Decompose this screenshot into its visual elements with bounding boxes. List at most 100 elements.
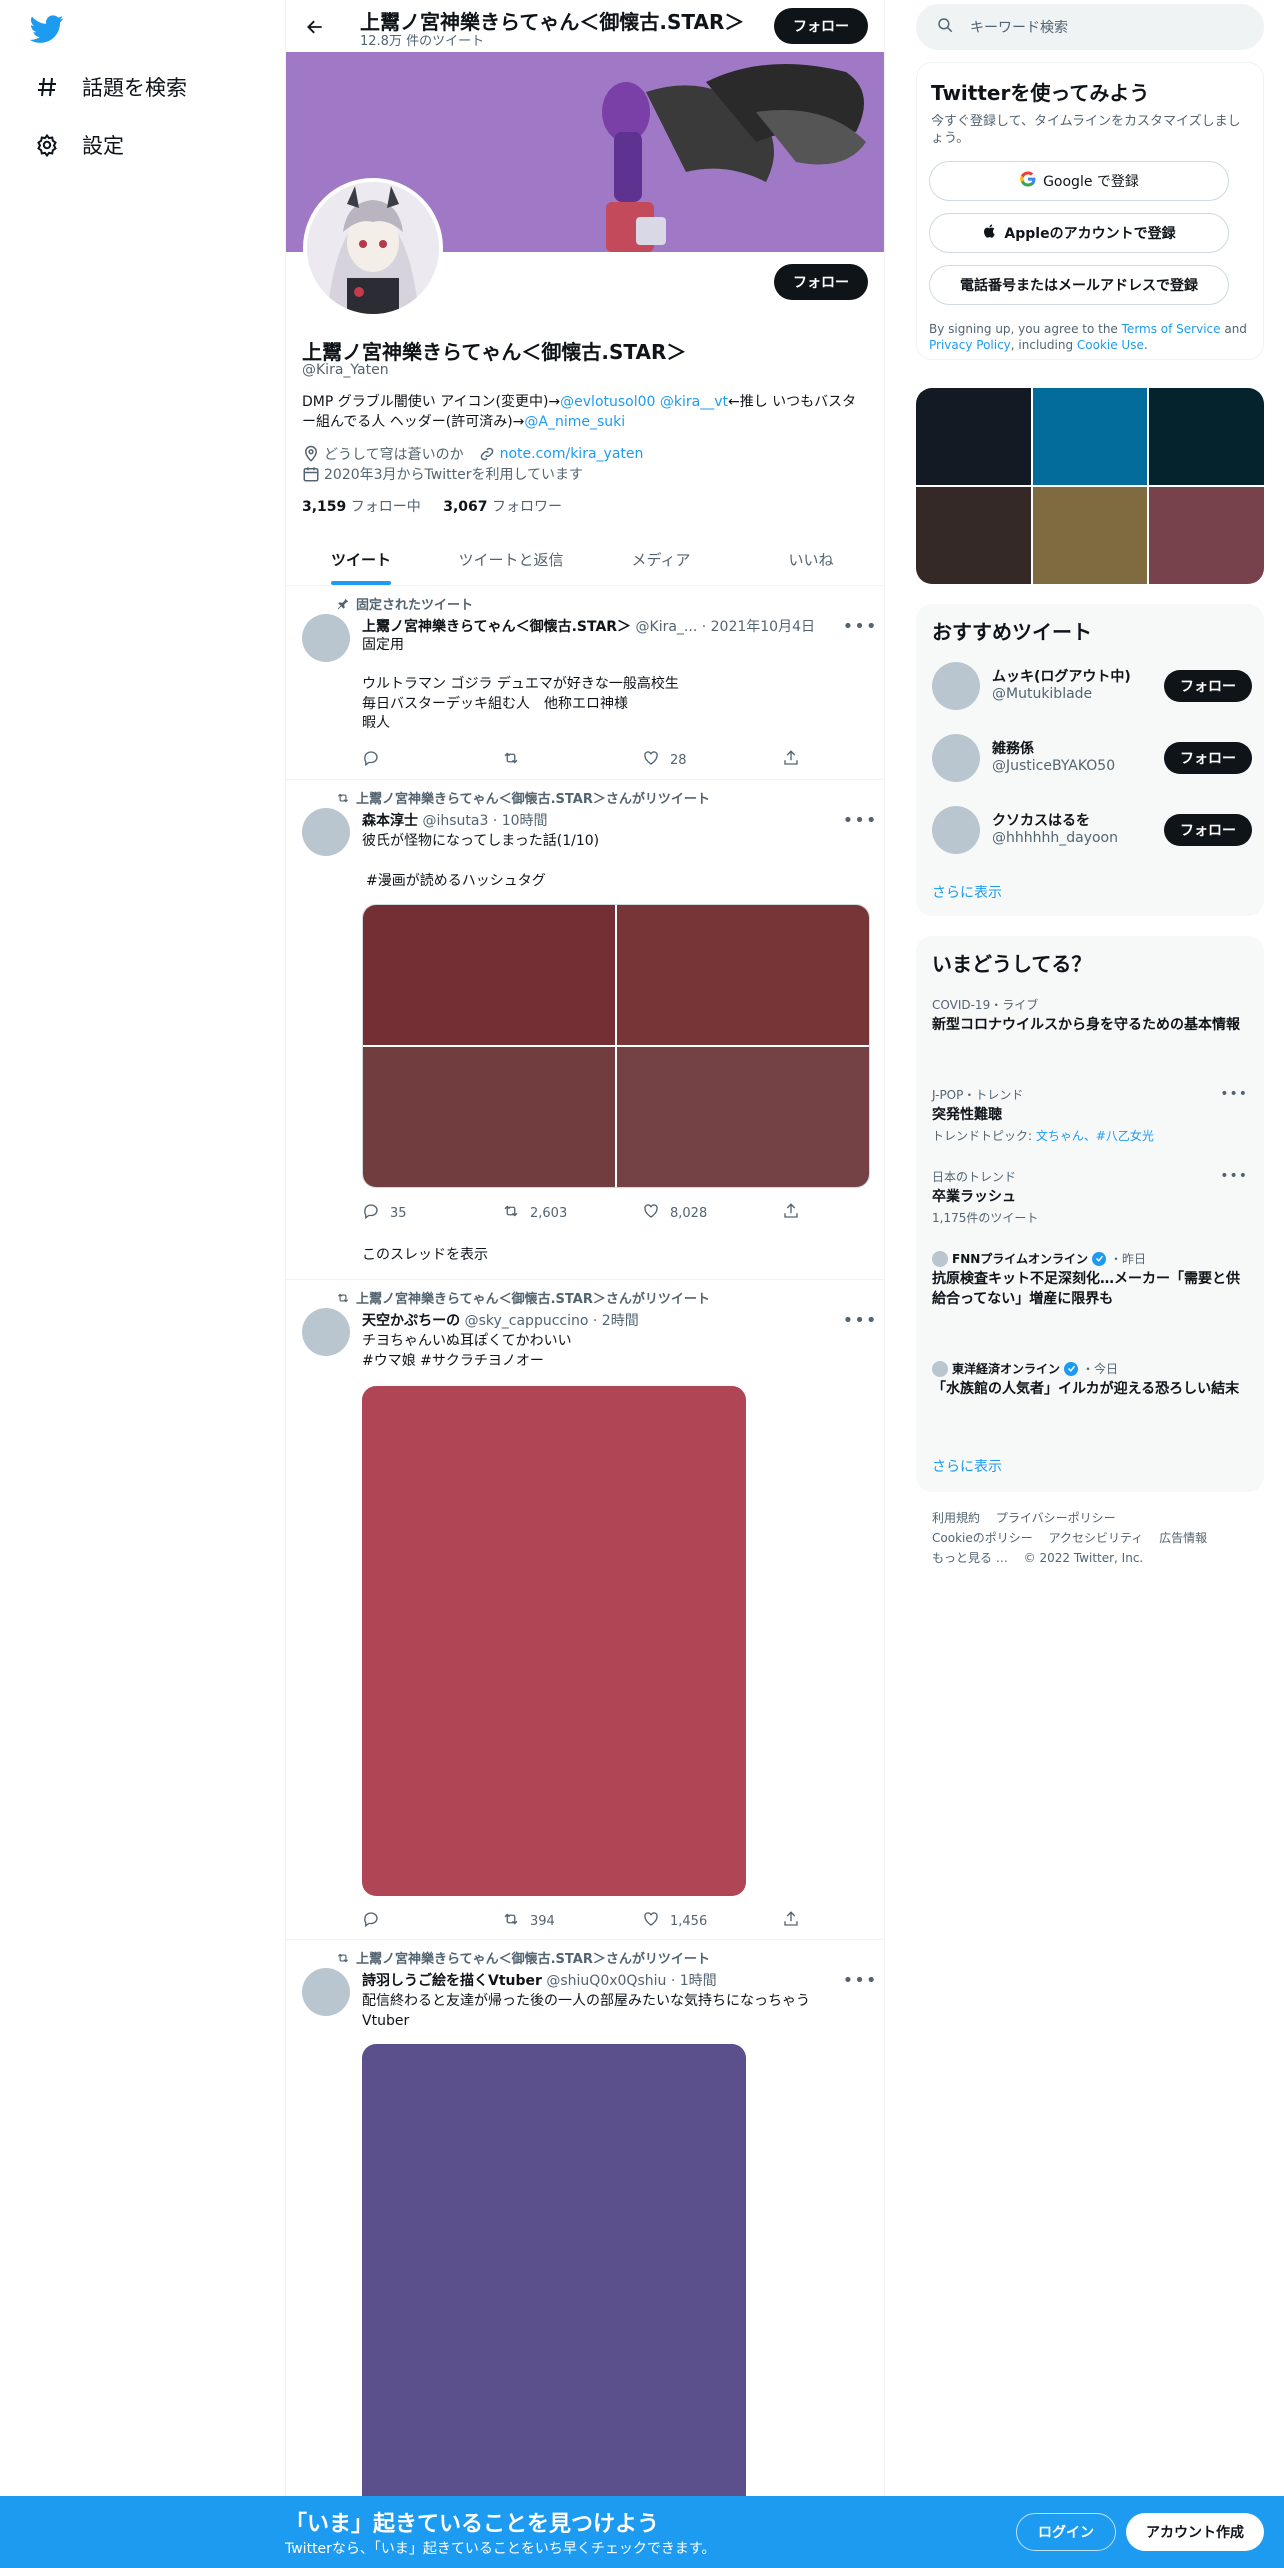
- tweet[interactable]: 上鬻ノ宮神樂きらてゃん＜御懐古.STAR＞さんがリツイート 天空かぷちーの @s…: [286, 1280, 884, 1940]
- hashtag-link[interactable]: #漫画が読めるハッシュタグ: [366, 872, 866, 892]
- profile-avatar[interactable]: [303, 178, 443, 318]
- tweet-author-name[interactable]: 上鬻ノ宮神樂きらてゃん＜御懐古.STAR＞: [362, 619, 631, 635]
- recommend-account[interactable]: クソカスはるを @hhhhhh_dayoon フォロー: [932, 802, 1252, 858]
- more-options-icon[interactable]: •••: [843, 1310, 877, 1331]
- media-image[interactable]: [617, 1047, 869, 1187]
- privacy-policy-link[interactable]: Privacy Policy: [929, 338, 1011, 352]
- apple-signup-button[interactable]: Appleのアカウントで登録: [929, 213, 1229, 253]
- media-image[interactable]: [363, 1047, 615, 1187]
- footer-link[interactable]: プライバシーポリシー: [996, 1511, 1116, 1525]
- signup-button[interactable]: アカウント作成: [1126, 2513, 1264, 2551]
- tweet-text: 配信終わると友達が帰った後の一人の部屋みたいな気持ちになっちゃう Vtuber: [362, 1993, 810, 2029]
- terms-of-service-link[interactable]: Terms of Service: [1122, 322, 1221, 336]
- follow-button[interactable]: フォロー: [1164, 742, 1252, 774]
- tweet-author-name[interactable]: 詩羽しうご絵を描くVtuber: [362, 1973, 542, 1989]
- footer-link[interactable]: アクセシビリティ: [1049, 1531, 1144, 1545]
- tweet-time[interactable]: · 2時間: [593, 1313, 639, 1329]
- bio-mention-link[interactable]: @evlotusol00: [560, 394, 655, 410]
- media-image[interactable]: [617, 905, 869, 1045]
- show-thread-link[interactable]: このスレッドを表示: [362, 1246, 862, 1266]
- header-follow-button[interactable]: フォロー: [774, 8, 868, 44]
- profile-website-link[interactable]: note.com/kira_yaten: [500, 446, 644, 462]
- tweet-context-label[interactable]: 上鬻ノ宮神樂きらてゃん＜御懐古.STAR＞さんがリツイート: [356, 1288, 710, 1307]
- retweet-button[interactable]: 394: [502, 1910, 612, 1932]
- tweet[interactable]: 上鬻ノ宮神樂きらてゃん＜御懐古.STAR＞さんがリツイート 詩羽しうご絵を描くV…: [286, 1940, 884, 2568]
- media-thumbnail[interactable]: [916, 388, 1031, 485]
- more-options-icon[interactable]: •••: [843, 616, 877, 637]
- more-options-icon[interactable]: •••: [843, 1970, 877, 1991]
- avatar[interactable]: [302, 808, 350, 856]
- google-signup-button[interactable]: Google で登録: [929, 161, 1229, 201]
- media-thumbnail[interactable]: [1032, 388, 1148, 485]
- follow-button[interactable]: フォロー: [1164, 670, 1252, 702]
- cookie-use-link[interactable]: Cookie Use: [1077, 338, 1144, 352]
- search-input[interactable]: キーワード検索: [916, 4, 1264, 50]
- twitter-logo-icon[interactable]: [29, 12, 68, 46]
- reply-button[interactable]: 35: [362, 1202, 472, 1224]
- share-button[interactable]: [782, 1202, 802, 1224]
- show-more-link[interactable]: さらに表示: [932, 1456, 1002, 1476]
- footer-link[interactable]: 広告情報: [1159, 1531, 1207, 1545]
- media-thumbnail[interactable]: [1149, 388, 1264, 485]
- tweet-context-label[interactable]: 上鬻ノ宮神樂きらてゃん＜御懐古.STAR＞さんがリツイート: [356, 788, 710, 807]
- media-thumbnail[interactable]: [1149, 487, 1264, 584]
- nav-settings[interactable]: 設定: [34, 120, 124, 170]
- following-stat[interactable]: 3,159 フォロー中: [302, 499, 421, 515]
- tweet-author-name[interactable]: 天空かぷちーの: [362, 1313, 460, 1329]
- profile-follow-button[interactable]: フォロー: [774, 264, 868, 300]
- trend-item[interactable]: COVID-19・ライブ 新型コロナウイルスから身を守るための基本情報: [932, 996, 1248, 1035]
- recommend-account[interactable]: 雑務係 @JusticeBYAKO50 フォロー: [932, 730, 1252, 786]
- avatar[interactable]: [302, 614, 350, 662]
- follow-button[interactable]: フォロー: [1164, 814, 1252, 846]
- reply-button[interactable]: [362, 1910, 472, 1932]
- show-more-link[interactable]: さらに表示: [932, 882, 1002, 902]
- bio-mention-link[interactable]: @kira__vt: [660, 394, 728, 410]
- tab-tweets[interactable]: ツイート: [286, 534, 436, 585]
- tab-likes[interactable]: いいね: [736, 534, 884, 585]
- share-button[interactable]: [782, 1910, 802, 1932]
- footer-link[interactable]: 利用規約: [932, 1511, 980, 1525]
- tweet-time[interactable]: · 2021年10月4日: [702, 619, 815, 635]
- trend-item[interactable]: J-POP・トレンド 突発性難聴 トレンドトピック: 文ちゃん、#八乙女光 ••…: [932, 1086, 1248, 1144]
- trend-item[interactable]: 日本のトレンド 卒業ラッシュ 1,175件のツイート •••: [932, 1168, 1248, 1226]
- tweet-author-name[interactable]: 森本淳士: [362, 813, 418, 829]
- phone-email-signup-button[interactable]: 電話番号またはメールアドレスで登録: [929, 265, 1229, 305]
- tweet-media-image[interactable]: [362, 2044, 746, 2568]
- recommend-account[interactable]: ムッキ(ログアウト中) @Mutukiblade フォロー: [932, 658, 1252, 714]
- tweet-context-label[interactable]: 上鬻ノ宮神樂きらてゃん＜御懐古.STAR＞さんがリツイート: [356, 1948, 710, 1967]
- tweet-time[interactable]: · 1時間: [671, 1973, 717, 1989]
- main-column: 上鬻ノ宮神樂きらてゃん＜御懐古.STAR＞ 12.8万 件のツイート フォロー …: [285, 0, 885, 2568]
- followers-stat[interactable]: 3,067 フォロワー: [443, 499, 562, 515]
- more-options-icon[interactable]: •••: [1220, 1086, 1248, 1102]
- tab-media[interactable]: メディア: [586, 534, 736, 585]
- more-options-icon[interactable]: •••: [1220, 1168, 1248, 1184]
- tweet[interactable]: 固定されたツイート 上鬻ノ宮神樂きらてゃん＜御懐古.STAR＞ @Kira_..…: [286, 586, 884, 780]
- login-button[interactable]: ログイン: [1016, 2513, 1116, 2551]
- bio-mention-link[interactable]: @A_nime_suki: [524, 414, 625, 430]
- tweet-time[interactable]: · 10時間: [493, 813, 548, 829]
- retweet-button[interactable]: [502, 749, 612, 771]
- reply-button[interactable]: [362, 749, 472, 771]
- tweet-media-image[interactable]: [362, 1386, 746, 1896]
- more-options-icon[interactable]: •••: [843, 810, 877, 831]
- footer-link[interactable]: Cookieのポリシー: [932, 1531, 1033, 1545]
- tab-tweets-replies[interactable]: ツイートと返信: [436, 534, 586, 585]
- media-image[interactable]: [363, 905, 615, 1045]
- avatar[interactable]: [302, 1308, 350, 1356]
- media-thumbnail[interactable]: [1032, 487, 1148, 584]
- like-button[interactable]: 28: [642, 749, 752, 771]
- media-thumbnail[interactable]: [916, 487, 1031, 584]
- footer-link[interactable]: もっと見る …: [932, 1551, 1008, 1565]
- like-button[interactable]: 1,456: [642, 1910, 752, 1932]
- like-button[interactable]: 8,028: [642, 1202, 752, 1224]
- retweet-button[interactable]: 2,603: [502, 1202, 612, 1224]
- hashtag-link[interactable]: #ウマ娘 #サクラチヨノオー: [362, 1352, 862, 1372]
- avatar[interactable]: [302, 1968, 350, 2016]
- nav-explore[interactable]: 話題を検索: [34, 62, 187, 112]
- trend-topic-links[interactable]: 文ちゃん、#八乙女光: [1036, 1129, 1154, 1143]
- news-item[interactable]: FNNプライムオンライン ・昨日 抗原検査キット不足深刻化…メーカー「需要と供給…: [932, 1250, 1248, 1309]
- share-button[interactable]: [782, 749, 802, 771]
- tweet[interactable]: 上鬻ノ宮神樂きらてゃん＜御懐古.STAR＞さんがリツイート 森本淳士 @ihsu…: [286, 780, 884, 1280]
- news-item[interactable]: 東洋経済オンライン ・今日 「水族館の人気者」イルカが迎える恐ろしい結末: [932, 1360, 1248, 1399]
- back-arrow-icon[interactable]: [298, 10, 332, 44]
